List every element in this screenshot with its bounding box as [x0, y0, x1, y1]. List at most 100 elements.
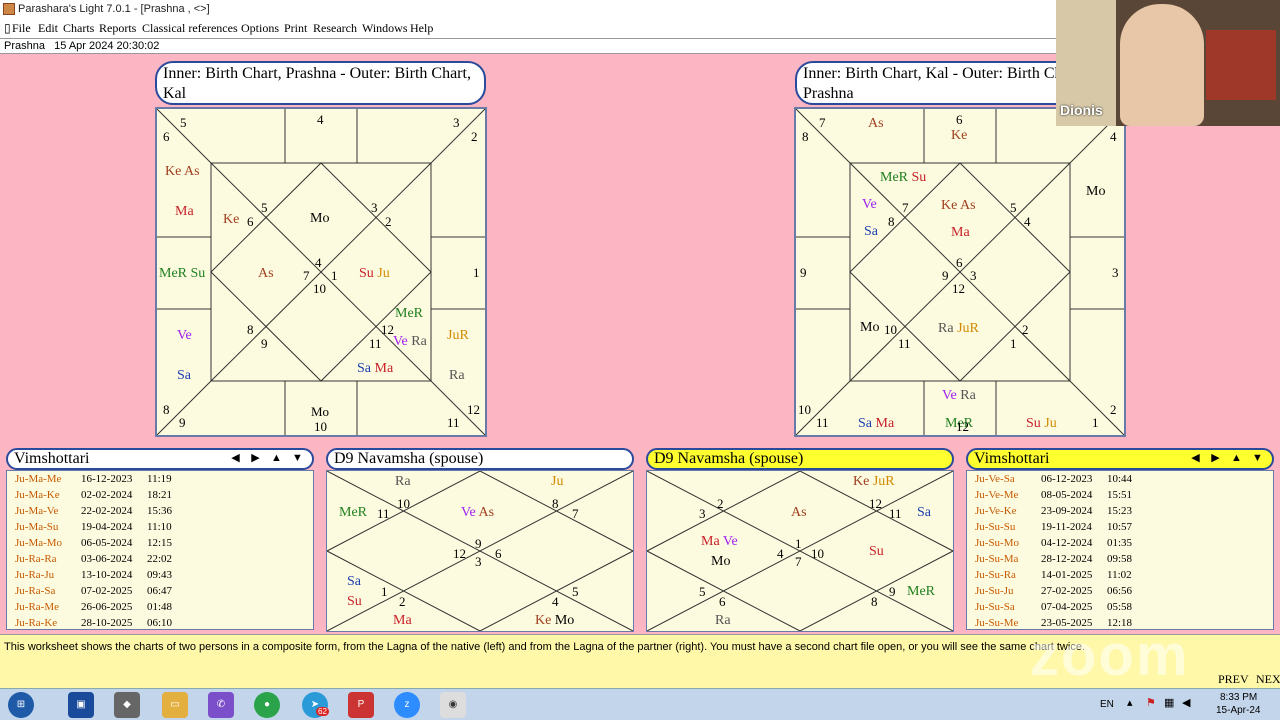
dasha-time: 18:21	[147, 489, 173, 501]
dasha-date: 22-02-2024	[81, 505, 133, 517]
house-number: 12	[467, 402, 480, 417]
dasha-row[interactable]: Ju-Su-Ju 27-02-2025 06:56	[975, 583, 1132, 599]
dasha-row[interactable]: Ju-Ma-Ke 02-02-2024 18:21	[15, 487, 172, 503]
dasha-row[interactable]: Ju-Ma-Ve 22-02-2024 15:36	[15, 503, 172, 519]
viber-icon[interactable]: ✆	[208, 692, 234, 718]
planet-label: As	[258, 266, 274, 281]
d9-left-header: D9 Navamsha (spouse)	[326, 448, 634, 470]
triangle-left-icon[interactable]: ◀	[1190, 453, 1201, 464]
triangle-down-icon[interactable]: ▼	[292, 453, 303, 464]
menu-classical-references[interactable]: Classical references	[142, 18, 238, 38]
triangle-up-icon[interactable]: ▲	[1231, 453, 1242, 464]
dasha-right-title: Vimshottari	[974, 450, 1050, 467]
language-indicator[interactable]: EN	[1100, 699, 1114, 710]
menu-charts[interactable]: Charts	[63, 18, 94, 38]
dasha-row[interactable]: Ju-Su-Sa 07-04-2025 05:58	[975, 599, 1132, 615]
dasha-row[interactable]: Ju-Ma-Mo 06-05-2024 12:15	[15, 535, 172, 551]
menu-options[interactable]: Options	[241, 18, 279, 38]
triangle-up-icon[interactable]: ▲	[271, 453, 282, 464]
menu-file[interactable]: File	[12, 18, 31, 38]
house-number: 11	[369, 336, 382, 351]
clock-date[interactable]: 15-Apr-24	[1216, 705, 1260, 716]
dasha-row[interactable]: Ju-Ve-Ke 23-09-2024 15:23	[975, 503, 1132, 519]
dasha-row[interactable]: Ju-Su-Mo 04-12-2024 01:35	[975, 535, 1132, 551]
house-number: 7	[795, 554, 802, 569]
volume-icon[interactable]: ◀	[1182, 696, 1190, 709]
prev-button[interactable]: PREV	[1218, 672, 1249, 687]
house-number: 12	[952, 281, 965, 296]
d9-left-chart[interactable]: Ra Ju 10 8 MeR 11 Ve As 7 9 12 6 3 Sa 1 …	[326, 470, 634, 632]
house-number: 10	[884, 322, 897, 337]
right-composite-chart[interactable]: 7 As 6 Ke 8 4 Mo 9 3 10 11 Sa Ma Ve Ra M…	[794, 107, 1126, 437]
participant-name: Dionis	[1060, 102, 1103, 118]
planet-label: MeR	[907, 584, 935, 599]
dasha-row[interactable]: Ju-Ra-Sa 07-02-2025 06:47	[15, 583, 172, 599]
tray-up-icon[interactable]: ▴	[1127, 696, 1133, 709]
house-number: 7	[303, 268, 310, 283]
chrome-icon[interactable]: ●	[254, 692, 280, 718]
menu-reports[interactable]: Reports	[99, 18, 136, 38]
folder-icon[interactable]: ▭	[162, 692, 188, 718]
dasha-date: 16-12-2023	[81, 473, 133, 485]
dasha-period: Ju-Ve-Me	[975, 489, 1019, 501]
dasha-row[interactable]: Ju-Su-Su 19-11-2024 10:57	[975, 519, 1132, 535]
save-app-icon[interactable]: ▣	[68, 692, 94, 718]
start-icon[interactable]: ⊞	[8, 692, 34, 718]
app-icon[interactable]: ◆	[114, 692, 140, 718]
left-chart-caption: Inner: Birth Chart, Prashna - Outer: Bir…	[155, 61, 486, 105]
planet-label: Mo	[1086, 184, 1106, 199]
dasha-row[interactable]: Ju-Ma-Su 19-04-2024 11:10	[15, 519, 172, 535]
planet-label: Ke As	[165, 164, 200, 179]
dasha-time: 11:19	[147, 473, 172, 485]
house-number: 5	[699, 584, 706, 599]
dasha-date: 27-02-2025	[1041, 585, 1093, 597]
planet-label: Ma Ve	[701, 534, 738, 549]
network-icon[interactable]: ▦	[1164, 696, 1174, 709]
triangle-down-icon[interactable]: ▼	[1252, 453, 1263, 464]
left-chart-grid	[157, 109, 485, 435]
left-composite-chart[interactable]: 5 4 3 6 2 1 8 9 Mo 10 11 12 Ke As Ma MeR…	[155, 107, 487, 437]
dasha-row[interactable]: Ju-Ra-Ra 03-06-2024 22:02	[15, 551, 172, 567]
planet-label: Ke Mo	[535, 613, 575, 628]
dasha-row[interactable]: Ju-Su-Ra 14-01-2025 11:02	[975, 567, 1132, 583]
dasha-row[interactable]: Ju-Ve-Sa 06-12-2023 10:44	[975, 471, 1132, 487]
house-number: 4	[1024, 214, 1031, 229]
dasha-period: Ju-Ma-Ve	[15, 505, 59, 517]
clock-time[interactable]: 8:33 PM	[1220, 692, 1257, 703]
next-button[interactable]: NEX	[1256, 672, 1280, 687]
house-number: 8	[888, 214, 895, 229]
d9-right-chart[interactable]: Ke JuR 2 12 3 As 11 Sa Ma Ve 1 4 10 7 Su…	[646, 470, 954, 632]
dasha-date: 26-06-2025	[81, 601, 133, 613]
menu-edit[interactable]: Edit	[38, 18, 58, 38]
dasha-time: 01:35	[1107, 537, 1133, 549]
menu-windows[interactable]: Windows	[362, 18, 408, 38]
flag-icon[interactable]: ⚑	[1146, 696, 1156, 709]
dasha-date: 08-05-2024	[1041, 489, 1093, 501]
dasha-row[interactable]: Ju-Su-Ma 28-12-2024 09:58	[975, 551, 1132, 567]
zoom-video-tile[interactable]: Dionis	[1056, 0, 1280, 126]
dasha-period: Ju-Ma-Ke	[15, 489, 60, 501]
dasha-date: 06-12-2023	[1041, 473, 1093, 485]
menu-research[interactable]: Research	[313, 18, 357, 38]
triangle-right-icon[interactable]: ▶	[250, 453, 261, 464]
dasha-row[interactable]: Ju-Ve-Me 08-05-2024 15:51	[975, 487, 1132, 503]
house-number: 12	[956, 419, 969, 434]
house-number: 5	[180, 115, 187, 130]
parashara-icon[interactable]: P	[348, 692, 374, 718]
triangle-left-icon[interactable]: ◀	[230, 453, 241, 464]
dasha-row[interactable]: Ju-Ra-Ju 13-10-2024 09:43	[15, 567, 172, 583]
zoom-icon[interactable]: z	[394, 692, 420, 718]
planet-label: Ra	[395, 474, 411, 489]
planet-label: Ju	[551, 474, 564, 489]
app-icon[interactable]: ◉	[440, 692, 466, 718]
dasha-row[interactable]: Ju-Ma-Me 16-12-2023 11:19	[15, 471, 172, 487]
dasha-row[interactable]: Ju-Ra-Ke 28-10-2025 06:10	[15, 615, 172, 631]
menu-help[interactable]: Help	[410, 18, 433, 38]
dasha-row[interactable]: Ju-Ra-Me 26-06-2025 01:48	[15, 599, 172, 615]
dasha-period: Ju-Ra-Ke	[15, 617, 58, 629]
menu-print[interactable]: Print	[284, 18, 307, 38]
house-number: 6	[247, 214, 254, 229]
triangle-right-icon[interactable]: ▶	[1210, 453, 1221, 464]
house-number: 11	[816, 415, 829, 430]
planet-label: Mo	[711, 554, 731, 569]
